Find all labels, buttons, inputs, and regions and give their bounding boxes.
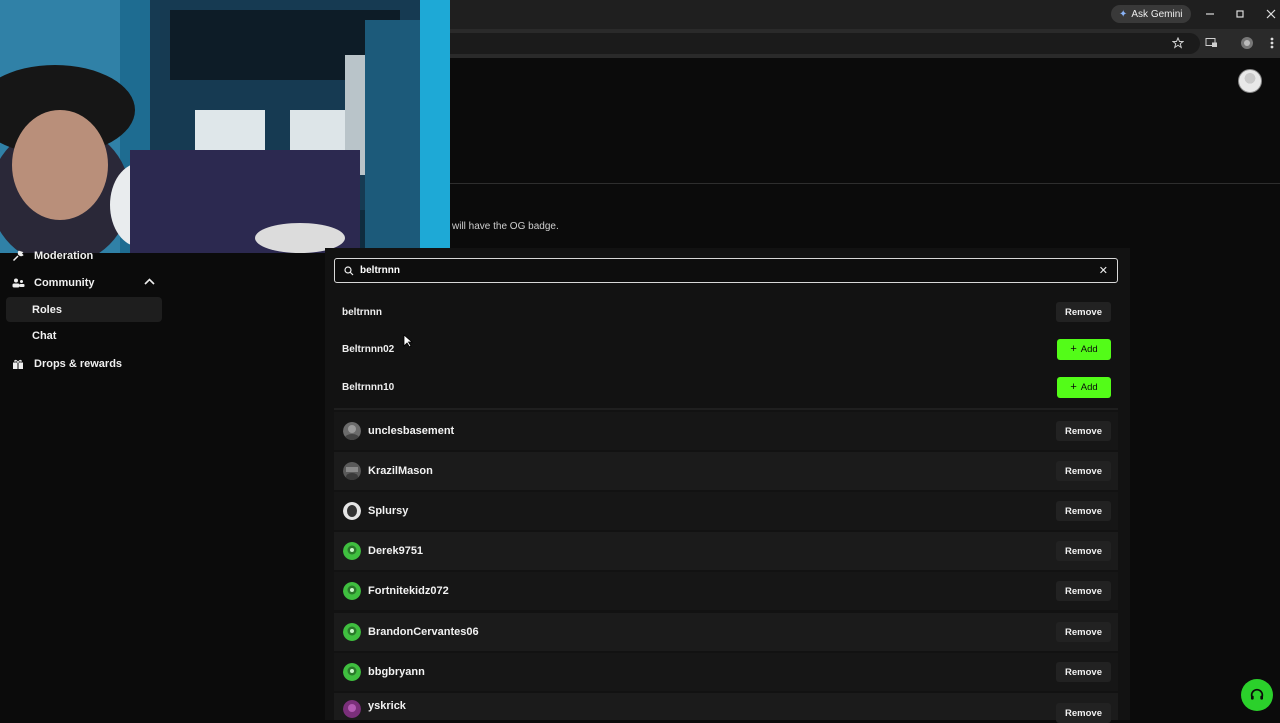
add-button-label: Add xyxy=(1080,381,1098,393)
remove-button[interactable]: Remove xyxy=(1056,662,1111,682)
users-icon xyxy=(10,275,26,291)
ask-gemini-button[interactable]: ✦ Ask Gemini xyxy=(1111,5,1191,23)
restore-icon[interactable] xyxy=(1232,6,1248,22)
wrench-icon xyxy=(10,248,26,264)
support-chat-button[interactable] xyxy=(1241,679,1273,711)
member-avatar xyxy=(343,422,361,440)
remove-button[interactable]: Remove xyxy=(1056,581,1111,601)
gemini-sparkle-icon: ✦ xyxy=(1119,8,1128,20)
sidebar-item-label: Drops & rewards xyxy=(34,358,123,370)
plus-icon: + xyxy=(1070,342,1077,355)
member-row: yskrick Remove xyxy=(334,693,1118,723)
section-divider xyxy=(450,183,1280,184)
remove-button[interactable]: Remove xyxy=(1056,703,1111,723)
headset-icon xyxy=(1249,687,1265,703)
user-search-box: ✕ xyxy=(334,258,1118,283)
remove-button[interactable]: Remove xyxy=(1056,461,1111,481)
result-username: Beltrnnn10 xyxy=(342,381,395,393)
remove-button[interactable]: Remove xyxy=(1056,421,1111,441)
sidebar-item-label: Roles xyxy=(32,303,62,316)
gift-icon xyxy=(10,356,26,372)
result-username: Beltrnnn02 xyxy=(342,343,395,355)
member-username: Splursy xyxy=(368,505,409,517)
search-icon xyxy=(344,265,354,276)
results-divider xyxy=(334,408,1118,410)
add-button-label: Add xyxy=(1080,343,1098,355)
member-username: KrazilMason xyxy=(368,465,433,477)
member-avatar xyxy=(343,582,361,600)
chevron-up-icon[interactable] xyxy=(144,278,155,285)
member-row: BrandonCervantes06 Remove xyxy=(334,613,1118,651)
remove-button[interactable]: Remove xyxy=(1056,501,1111,521)
member-row: Fortnitekidz072 Remove xyxy=(334,572,1118,610)
user-avatar[interactable] xyxy=(1238,69,1262,93)
result-username: beltrnnn xyxy=(342,306,382,318)
mouse-cursor-icon xyxy=(403,334,413,348)
member-avatar xyxy=(343,663,361,681)
browser-menu-icon[interactable] xyxy=(1264,35,1280,51)
clear-search-icon[interactable]: ✕ xyxy=(1099,264,1108,277)
sidebar-item-chat[interactable]: Chat xyxy=(6,323,162,348)
remove-button[interactable]: Remove xyxy=(1056,541,1111,561)
search-input[interactable] xyxy=(358,264,1099,277)
plus-icon: + xyxy=(1070,380,1077,393)
search-result-row: Beltrnnn10 + Add xyxy=(334,370,1118,404)
member-avatar xyxy=(343,623,361,641)
member-username: Derek9751 xyxy=(368,545,424,557)
member-username: unclesbasement xyxy=(368,425,455,437)
add-button[interactable]: + Add xyxy=(1057,376,1111,398)
member-row: Derek9751 Remove xyxy=(334,532,1118,570)
sidebar-item-label: Community xyxy=(34,277,95,289)
member-avatar xyxy=(343,462,361,480)
member-username: bbgbryann xyxy=(368,666,425,678)
sidebar-item-label: Moderation xyxy=(34,250,94,262)
remove-button[interactable]: Remove xyxy=(1056,622,1111,642)
member-row: unclesbasement Remove xyxy=(334,412,1118,450)
sidebar-item-drops-rewards[interactable]: Drops & rewards xyxy=(10,356,122,372)
member-username: Fortnitekidz072 xyxy=(368,585,449,597)
webcam-overlay xyxy=(0,0,450,253)
member-row: KrazilMason Remove xyxy=(334,452,1118,490)
cast-icon[interactable] xyxy=(1203,35,1219,51)
close-window-icon[interactable] xyxy=(1263,6,1279,22)
member-avatar xyxy=(343,700,361,718)
remove-button[interactable]: Remove xyxy=(1056,302,1111,322)
sidebar-item-community[interactable]: Community xyxy=(10,275,160,291)
member-row: Splursy Remove xyxy=(334,492,1118,530)
sidebar-item-moderation[interactable]: Moderation xyxy=(10,248,93,264)
search-result-row: Beltrnnn02 + Add xyxy=(334,332,1118,366)
member-row: bbgbryann Remove xyxy=(334,653,1118,691)
bookmark-star-icon[interactable] xyxy=(1170,35,1186,51)
address-bar[interactable] xyxy=(440,33,1200,54)
og-badge-description: will have the OG badge. xyxy=(452,221,559,232)
member-username: yskrick xyxy=(368,700,406,712)
sidebar-item-label: Chat xyxy=(32,329,57,342)
search-result-row: beltrnnn Remove xyxy=(334,295,1118,329)
member-avatar xyxy=(343,502,361,520)
add-button[interactable]: + Add xyxy=(1057,338,1111,360)
sidebar-item-roles[interactable]: Roles xyxy=(6,297,162,322)
member-username: BrandonCervantes06 xyxy=(368,626,479,638)
ask-gemini-label: Ask Gemini xyxy=(1131,8,1183,20)
member-avatar xyxy=(343,542,361,560)
minimize-icon[interactable] xyxy=(1202,6,1218,22)
extensions-icon[interactable] xyxy=(1239,35,1255,51)
